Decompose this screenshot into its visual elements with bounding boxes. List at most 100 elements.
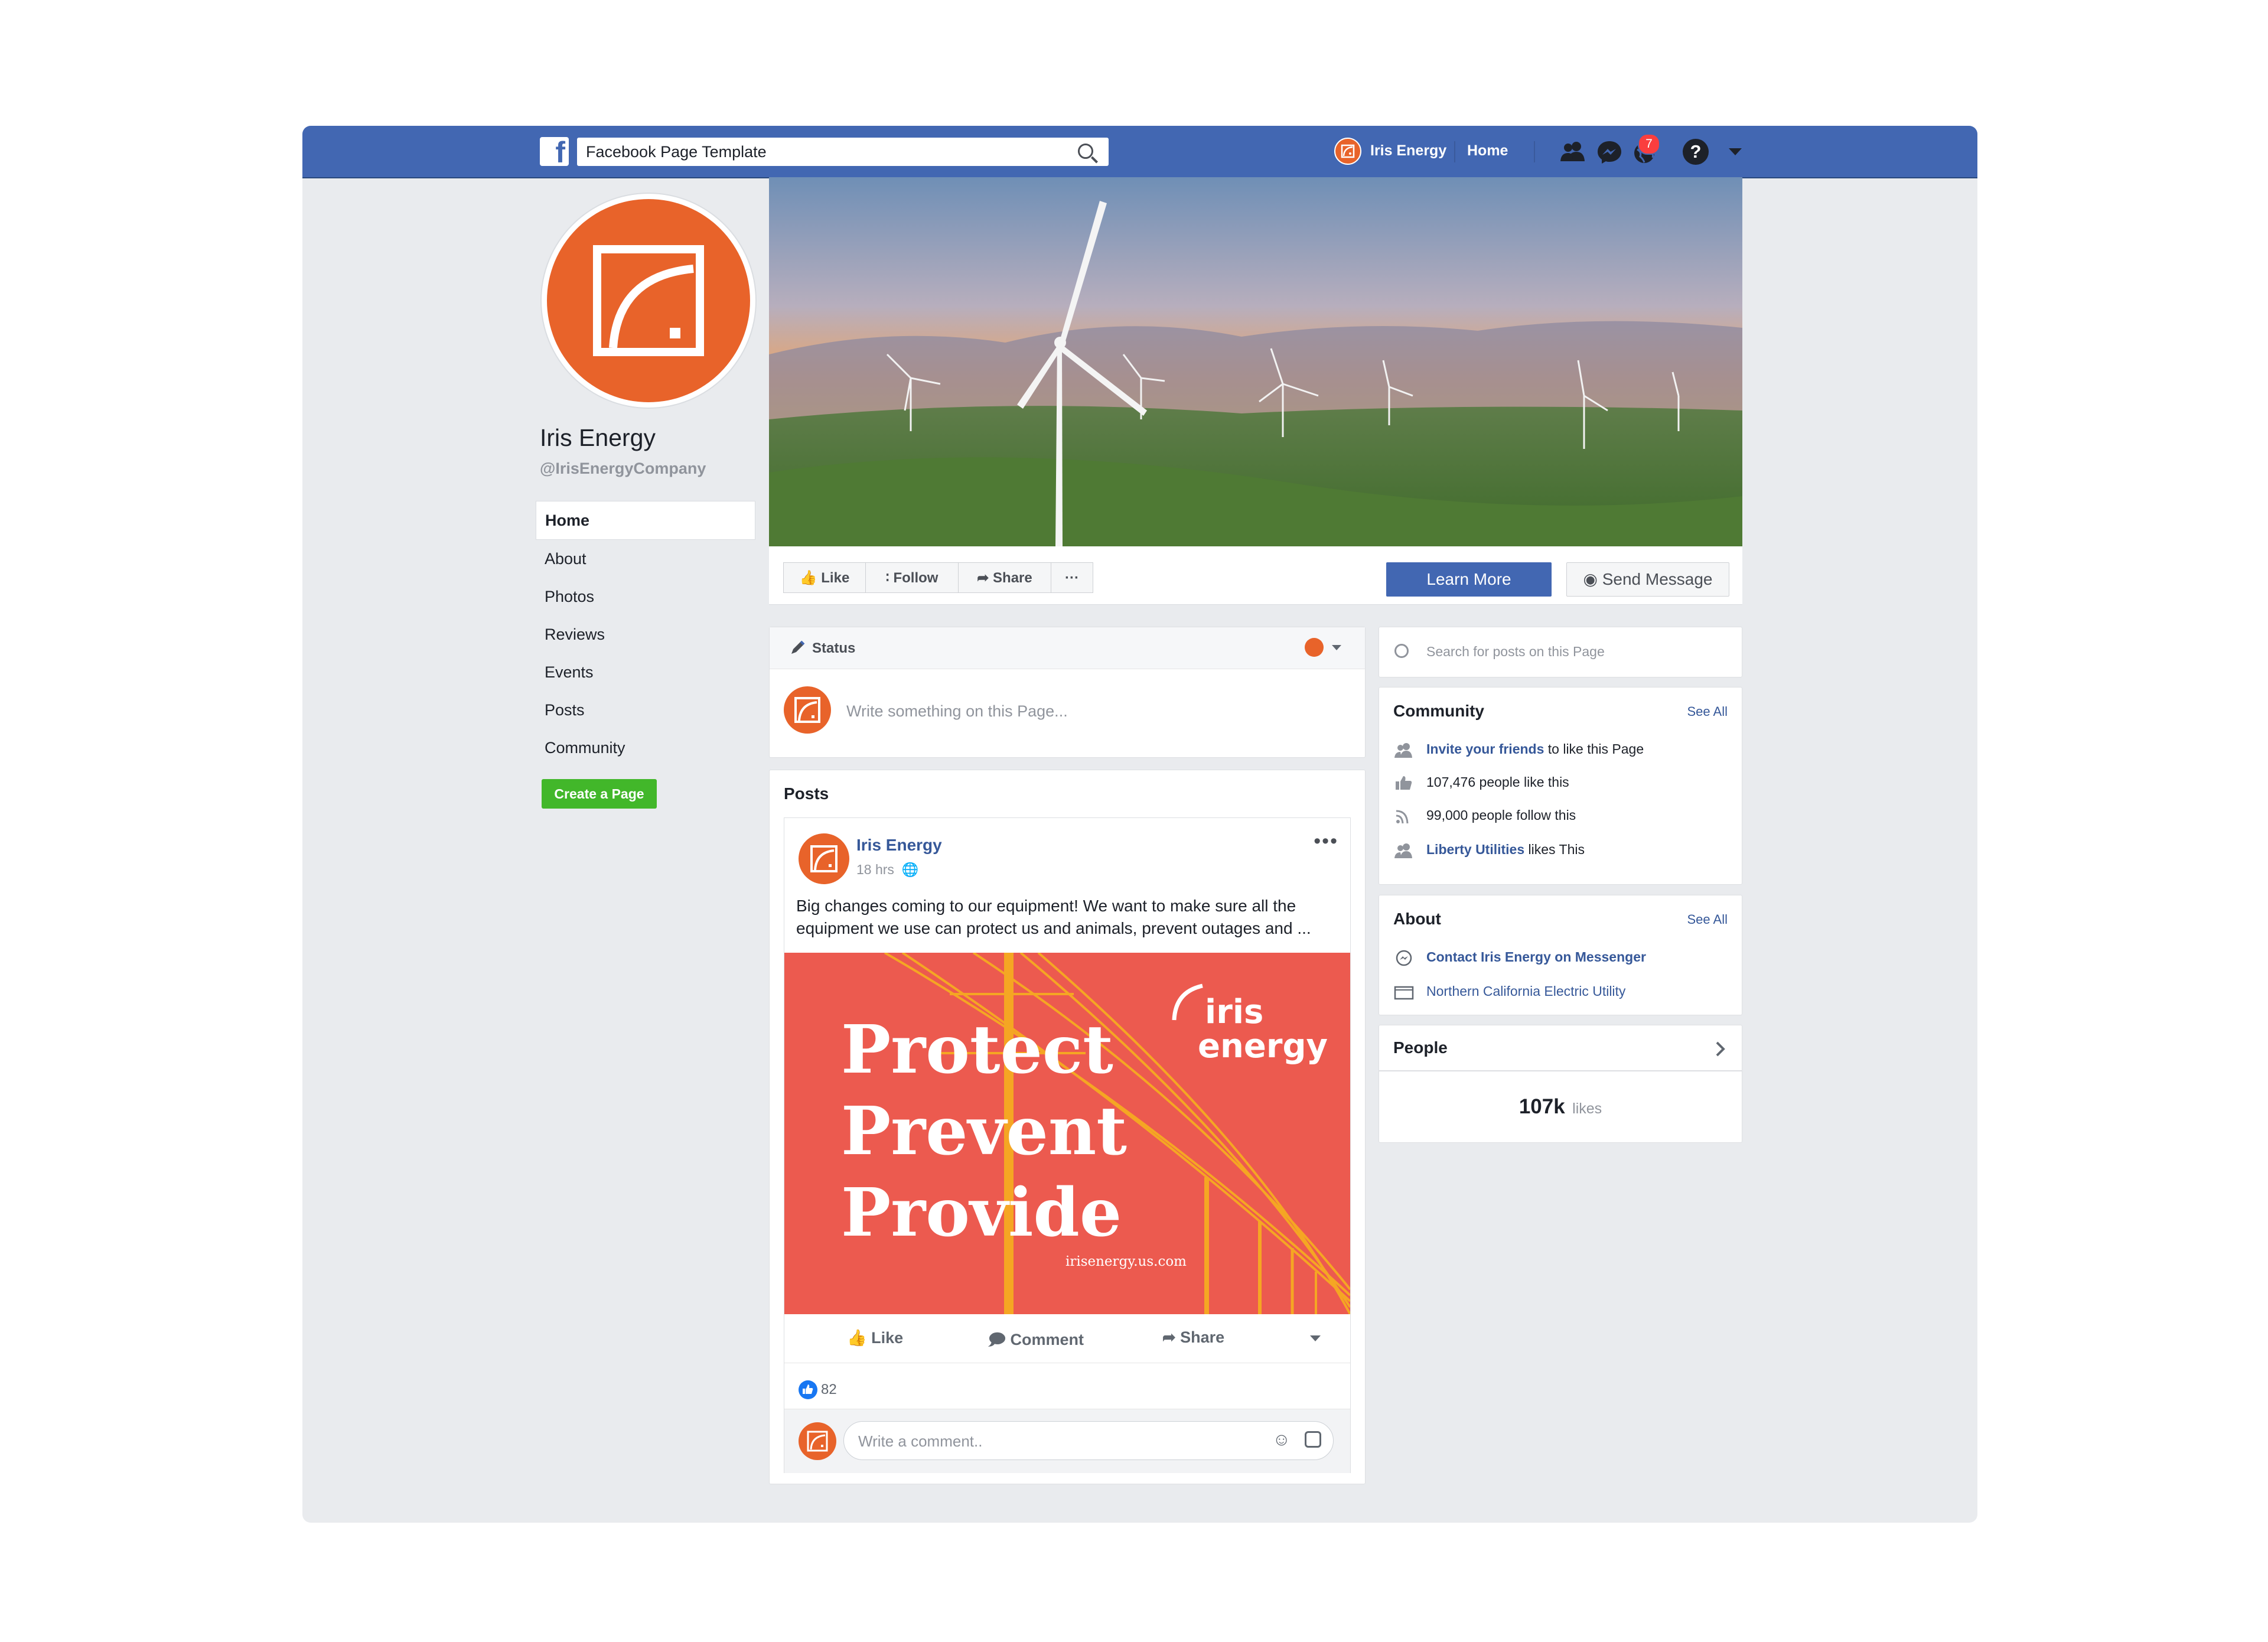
- send-message-label: Send Message: [1602, 570, 1713, 588]
- divider: [1454, 141, 1455, 162]
- like-page-label: Like: [821, 570, 850, 586]
- status-composer: Status Write something on this Page...: [769, 627, 1366, 758]
- people-card[interactable]: People 107k likes: [1379, 1025, 1742, 1143]
- post-comment-button[interactable]: 🗩 Comment: [988, 1328, 1084, 1356]
- search-posts-input[interactable]: Search for posts on this Page: [1426, 644, 1605, 660]
- community-invite-row: Invite your friends to like this Page: [1393, 738, 1644, 760]
- browser-frame: f Facebook Page Template Iris Energy Hom…: [302, 126, 1977, 1523]
- about-card: About See All Contact Iris Energy on Mes…: [1379, 895, 1742, 1015]
- community-likes-row: 107,476 people like this: [1393, 771, 1569, 793]
- post-like-button[interactable]: 👍 Like: [847, 1328, 903, 1347]
- divider: [1379, 1070, 1742, 1071]
- search-icon[interactable]: [1078, 144, 1093, 159]
- nav-item-about[interactable]: About: [536, 540, 755, 578]
- liberty-utilities-link[interactable]: Liberty Utilities: [1426, 842, 1524, 857]
- post-author-name[interactable]: Iris Energy: [856, 836, 942, 855]
- post-options-icon[interactable]: •••: [1314, 830, 1338, 853]
- comment-input[interactable]: Write a comment.. ☺: [843, 1421, 1334, 1460]
- messenger-icon[interactable]: [1595, 139, 1624, 165]
- post-share-options-chevron-down-icon[interactable]: [1310, 1335, 1321, 1341]
- post-likes-count: 82: [821, 1382, 837, 1397]
- nav-item-community[interactable]: Community: [536, 729, 755, 767]
- page-sidebar-nav: Home About Photos Reviews Events Posts C…: [536, 501, 755, 767]
- post-time-label: 18 hrs: [856, 862, 894, 877]
- headline-line-provide: Provide: [841, 1174, 1122, 1252]
- friend-requests-icon[interactable]: [1559, 139, 1587, 165]
- post-comment-label: Comment: [1010, 1331, 1084, 1348]
- search-input[interactable]: Facebook Page Template: [577, 138, 1109, 166]
- comment-composer: Write a comment.. ☺: [784, 1409, 1350, 1473]
- like-page-button[interactable]: 👍 Like: [783, 562, 866, 593]
- help-icon[interactable]: ?: [1683, 139, 1709, 165]
- top-page-name[interactable]: Iris Energy: [1370, 142, 1446, 159]
- page-title: Iris Energy: [540, 424, 656, 451]
- invite-friends-link[interactable]: Invite your friends: [1426, 741, 1544, 757]
- post-share-button[interactable]: ➦ Share: [1162, 1328, 1224, 1347]
- account-menu-chevron-down-icon[interactable]: [1729, 148, 1742, 155]
- profile-picture[interactable]: [542, 194, 755, 408]
- community-liked-by-row: Liberty Utilities likes This: [1393, 839, 1585, 860]
- nav-item-photos[interactable]: Photos: [536, 578, 755, 615]
- messenger-outline-icon: [1396, 950, 1412, 966]
- facebook-logo-icon[interactable]: f: [540, 136, 569, 169]
- create-page-button[interactable]: Create a Page: [542, 779, 657, 809]
- comment-input-placeholder: Write a comment..: [858, 1432, 983, 1450]
- nav-item-posts[interactable]: Posts: [536, 691, 755, 729]
- share-page-button[interactable]: ➦ Share: [958, 562, 1051, 593]
- cover-photo[interactable]: [769, 177, 1742, 546]
- post-as-chevron-down-icon[interactable]: [1332, 645, 1341, 650]
- about-messenger-row: Contact Iris Energy on Messenger: [1393, 946, 1646, 967]
- community-heading: Community: [1393, 702, 1484, 720]
- post-image[interactable]: Protect Prevent Provide iris energy iris…: [784, 953, 1350, 1314]
- send-message-button[interactable]: ◉ Send Message: [1566, 562, 1729, 597]
- page-handle[interactable]: @IrisEnergyCompany: [540, 460, 706, 478]
- post-like-label: Like: [871, 1329, 904, 1347]
- more-options-button[interactable]: ···: [1051, 562, 1093, 593]
- community-follows-row: 99,000 people follow this: [1393, 804, 1576, 826]
- headline-line-protect: Protect: [841, 1011, 1113, 1089]
- follow-page-label: Follow: [893, 570, 939, 586]
- people-likes-unit: likes: [1572, 1100, 1602, 1117]
- community-likes-text: 107,476 people like this: [1426, 774, 1569, 790]
- like-reaction-icon: [799, 1380, 817, 1399]
- rss-follow-icon: [1396, 810, 1409, 824]
- about-see-all-link[interactable]: See All: [1687, 912, 1728, 927]
- nav-item-events[interactable]: Events: [536, 653, 755, 691]
- nav-item-home[interactable]: Home: [536, 501, 755, 540]
- post-timestamp[interactable]: 18 hrs 🌐: [856, 862, 918, 878]
- post-image-brand: iris energy: [1198, 995, 1328, 1064]
- emoji-icon[interactable]: ☺: [1272, 1430, 1291, 1450]
- page-post-search[interactable]: Search for posts on this Page: [1379, 627, 1742, 677]
- composer-header: Status: [770, 627, 1365, 669]
- brand-word-iris: iris: [1205, 993, 1264, 1031]
- nav-item-reviews[interactable]: Reviews: [536, 615, 755, 653]
- people-likes-summary: 107k likes: [1379, 1095, 1742, 1119]
- community-card: Community See All Invite your friends to…: [1379, 687, 1742, 885]
- contact-messenger-link[interactable]: Contact Iris Energy on Messenger: [1426, 949, 1646, 965]
- posts-section: Posts Iris Energy 18 hrs 🌐 ••• Big chang…: [769, 770, 1366, 1484]
- page-category-link[interactable]: Northern California Electric Utility: [1426, 983, 1625, 999]
- headline-line-prevent: Prevent: [841, 1093, 1127, 1170]
- thumbs-up-icon: [1396, 776, 1412, 790]
- post-author-avatar[interactable]: [799, 833, 849, 884]
- page-avatar-icon[interactable]: [1334, 138, 1361, 165]
- home-link[interactable]: Home: [1467, 142, 1508, 159]
- about-category-row: Northern California Electric Utility: [1393, 980, 1625, 1002]
- status-tab[interactable]: Status: [812, 640, 855, 657]
- friends-icon: [1394, 843, 1412, 858]
- chevron-right-icon[interactable]: [1715, 1041, 1726, 1057]
- page-action-bar: 👍 Like ∶ Follow ➦ Share ··· Learn More ◉…: [769, 546, 1742, 605]
- follow-page-button[interactable]: ∶ Follow: [865, 562, 959, 593]
- post-card: Iris Energy 18 hrs 🌐 ••• Big changes com…: [784, 817, 1351, 1473]
- sticker-icon[interactable]: [1305, 1431, 1321, 1448]
- commenter-avatar: [799, 1422, 836, 1460]
- post-image-headline: Protect Prevent Provide: [841, 1009, 1127, 1254]
- community-see-all-link[interactable]: See All: [1687, 704, 1728, 719]
- divider: [1534, 141, 1535, 162]
- composer-avatar: [784, 686, 831, 734]
- post-as-avatar-icon[interactable]: [1305, 638, 1324, 657]
- pencil-icon: [791, 640, 805, 654]
- learn-more-button[interactable]: Learn More: [1386, 562, 1552, 597]
- composer-input[interactable]: Write something on this Page...: [846, 702, 1068, 721]
- notifications-badge: 7: [1638, 133, 1660, 155]
